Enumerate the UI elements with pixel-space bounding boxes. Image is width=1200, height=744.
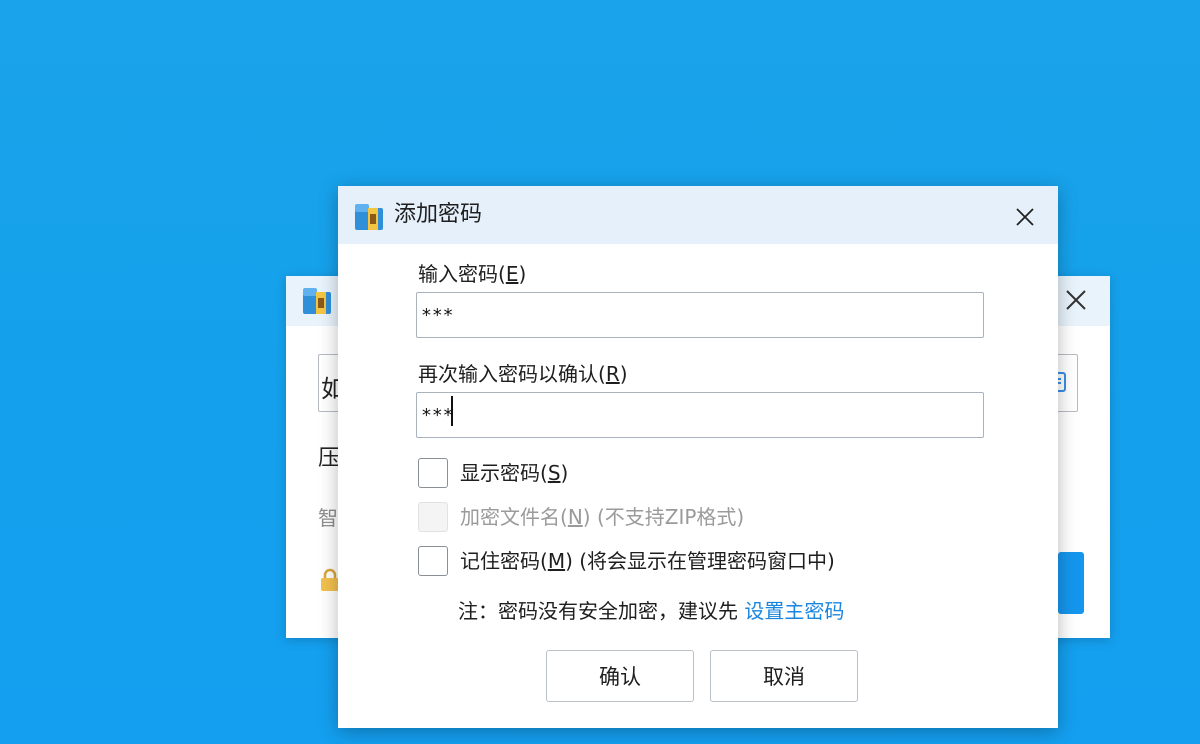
background-close-icon[interactable] [1064,288,1088,312]
background-primary-button[interactable] [1058,552,1084,614]
show-password-checkbox[interactable] [418,458,448,488]
add-password-dialog: 添加密码 输入密码(E) 再次输入密码以确认(R) 显示密码(S) 加密文件名(… [338,186,1058,728]
confirm-password-input[interactable] [416,392,984,438]
lock-icon [321,568,339,591]
background-label-smart: 智 [318,506,338,530]
remember-password-checkbox[interactable] [418,546,448,576]
security-note: 注：密码没有安全加密，建议先 设置主密码 [458,599,845,623]
confirm-button[interactable]: 确认 [546,650,694,702]
dialog-title: 添加密码 [394,202,483,227]
cancel-button[interactable]: 取消 [710,650,858,702]
archive-app-icon [303,288,331,314]
confirm-password-label: 再次输入密码以确认(R) [418,362,628,386]
password-label: 输入密码(E) [418,262,527,286]
encrypt-filenames-checkbox [418,502,448,532]
password-input[interactable] [416,292,984,338]
background-label-compress: 压 [318,446,341,471]
close-icon[interactable] [1010,202,1040,232]
show-password-label[interactable]: 显示密码(S) [460,458,568,488]
text-caret [451,396,453,426]
remember-password-label[interactable]: 记住密码(M) (将会显示在管理密码窗口中) [460,546,835,576]
archive-app-icon [355,204,383,230]
set-master-password-link[interactable]: 设置主密码 [744,599,844,623]
encrypt-filenames-label: 加密文件名(N) (不支持ZIP格式) [460,505,745,529]
